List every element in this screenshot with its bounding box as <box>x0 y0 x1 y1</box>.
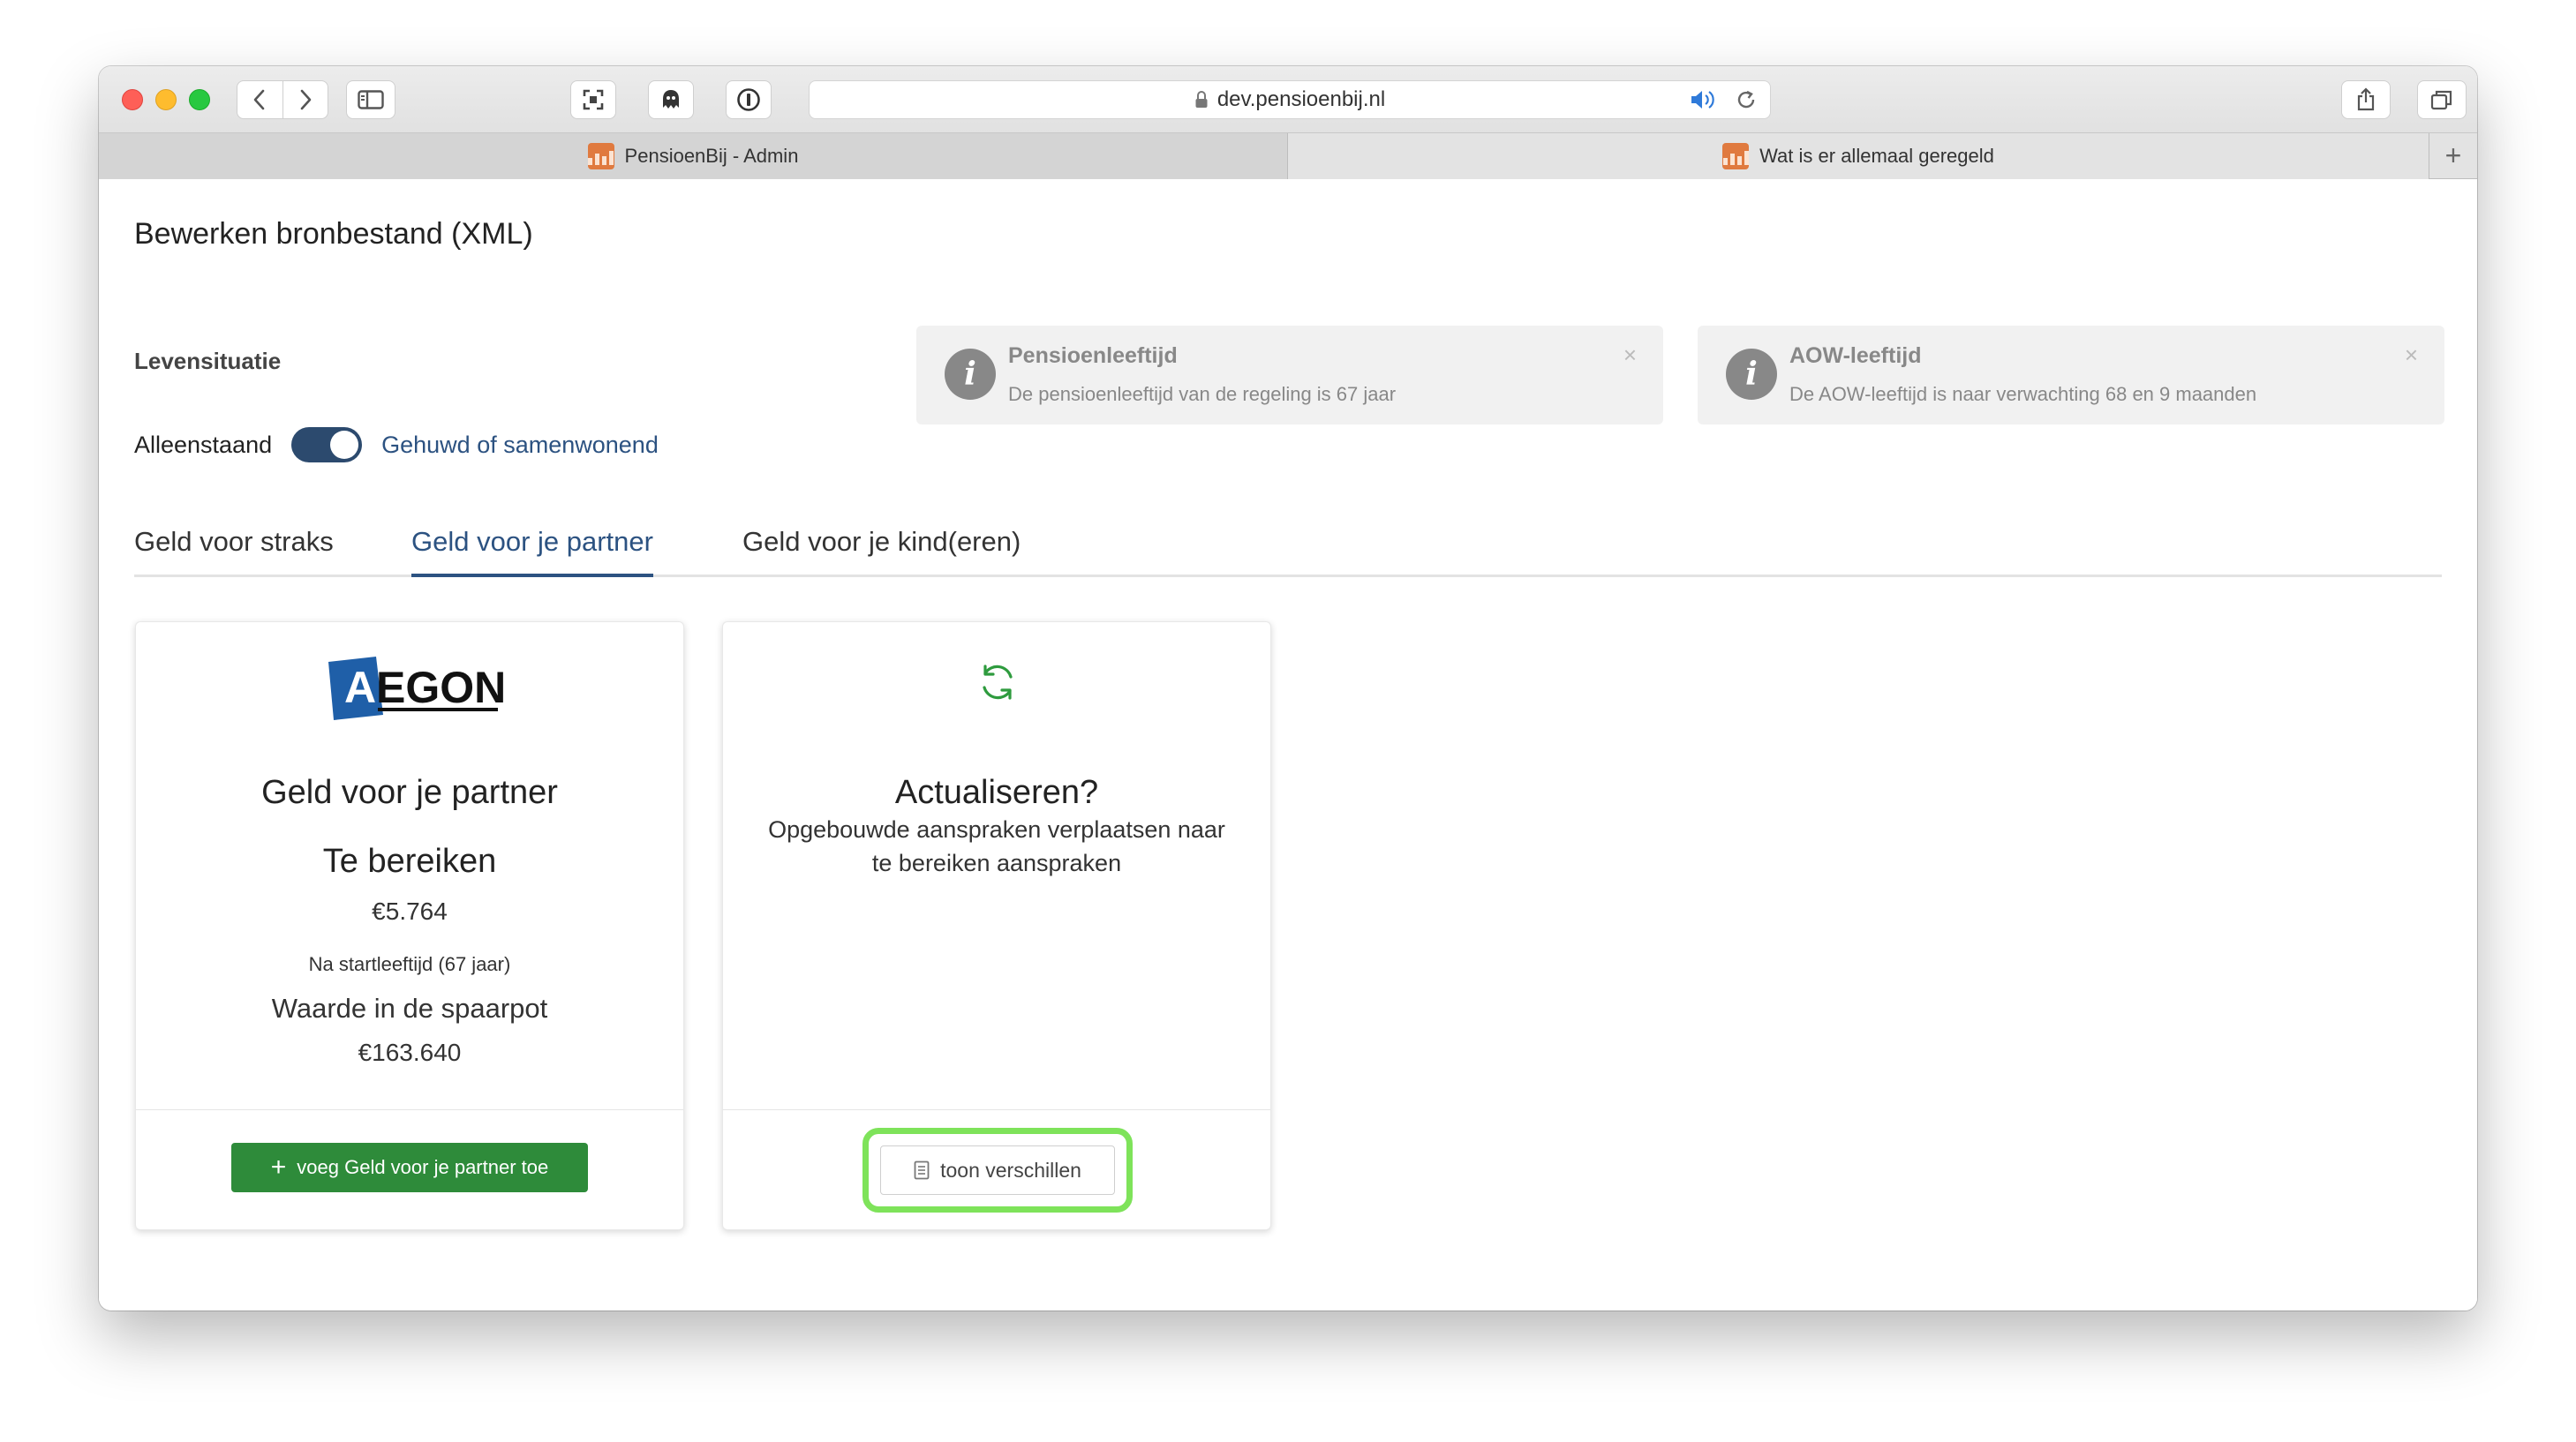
onepassword-icon <box>737 88 760 111</box>
card-heading: Geld voor je partner <box>261 774 558 811</box>
pensioenbij-favicon-icon <box>1722 143 1750 169</box>
chevron-right-icon <box>300 89 312 110</box>
speaker-icon[interactable] <box>1689 88 1719 117</box>
browser-tab-geregeld[interactable]: Wat is er allemaal geregeld <box>1288 133 2429 179</box>
card-aegon-partner: A EGON Geld voor je partner Te bereiken … <box>135 621 684 1230</box>
sidebar-icon <box>358 90 384 109</box>
lock-icon <box>1194 90 1209 109</box>
window-maximize-button[interactable] <box>189 89 210 110</box>
update-description-line2: te bereiken aanspraken <box>871 850 1122 876</box>
show-differences-button[interactable]: toon verschillen <box>880 1145 1115 1195</box>
tabs-icon <box>2430 90 2452 110</box>
fullscreen-icon <box>583 89 604 110</box>
target-label: Te bereiken <box>322 843 497 880</box>
aegon-logo: A EGON <box>328 657 506 720</box>
new-tab-button[interactable]: + <box>2429 133 2477 178</box>
update-description-line1: Opgebouwde aanspraken verplaatsen naar <box>768 816 1225 843</box>
browser-tab-admin[interactable]: PensioenBij - Admin <box>99 133 1288 179</box>
address-bar[interactable]: dev.pensioenbij.nl <box>809 80 1771 119</box>
forward-button[interactable] <box>282 81 328 118</box>
plus-icon: + <box>270 1153 287 1182</box>
card-footer: toon verschillen <box>723 1109 1270 1229</box>
back-button[interactable] <box>237 81 282 118</box>
screenshot-extension-button[interactable] <box>570 80 616 119</box>
share-icon <box>2357 87 2375 111</box>
browser-tab-label: Wat is er allemaal geregeld <box>1759 145 1994 167</box>
password-manager-button[interactable] <box>726 80 772 119</box>
switch-label-gehuwd: Gehuwd of samenwonend <box>381 431 659 458</box>
tab-geld-voor-je-kinderen[interactable]: Geld voor je kind(eren) <box>742 526 1021 577</box>
target-value: €5.764 <box>372 897 448 925</box>
levensituatie-label: Levensituatie <box>134 348 282 374</box>
share-button[interactable] <box>2341 80 2391 119</box>
start-age-note: Na startleeftijd (67 jaar) <box>308 953 511 975</box>
browser-toolbar: dev.pensioenbij.nl <box>99 66 2477 133</box>
levensituatie-switch-row: Alleenstaand Gehuwd of samenwonend <box>134 427 659 462</box>
alert-pensioenleeftijd: i Pensioenleeftijd De pensioenleeftijd v… <box>916 326 1663 424</box>
browser-tab-bar: PensioenBij - Admin Wat is er allemaal g… <box>99 133 2477 179</box>
url-text: dev.pensioenbij.nl <box>1216 87 1386 111</box>
content-tabs: Geld voor straks Geld voor je partner Ge… <box>134 526 2442 577</box>
sidebar-toggle-button[interactable] <box>346 80 395 119</box>
alert-text: De AOW-leeftijd is naar verwachting 68 e… <box>1789 383 2257 405</box>
switch-label-alleenstaand: Alleenstaand <box>134 431 273 458</box>
info-icon: i <box>945 349 996 400</box>
aegon-logo-text: EGON <box>376 663 506 712</box>
alert-text: De pensioenleeftijd van de regeling is 6… <box>1008 383 1397 405</box>
nav-buttons <box>237 80 328 119</box>
tab-overview-button[interactable] <box>2417 80 2467 119</box>
alert-title: Pensioenleeftijd <box>1008 343 1178 368</box>
refresh-icon[interactable] <box>975 659 1021 705</box>
pensioenbij-favicon-icon <box>587 143 614 169</box>
savings-label: Waarde in de spaarpot <box>271 993 548 1024</box>
card-footer: + voeg Geld voor je partner toe <box>136 1109 683 1229</box>
tab-geld-voor-straks[interactable]: Geld voor straks <box>134 526 334 577</box>
alert-title: AOW-leeftijd <box>1789 343 1922 368</box>
close-icon[interactable]: × <box>1623 342 1637 369</box>
chevron-left-icon <box>253 89 265 110</box>
window-minimize-button[interactable] <box>155 89 177 110</box>
card-actualiseren: Actualiseren? Opgebouwde aanspraken verp… <box>722 621 1271 1230</box>
savings-value: €163.640 <box>358 1039 462 1066</box>
page-content: Bewerken bronbestand (XML) Levensituatie… <box>99 180 2477 1311</box>
page-title: Bewerken bronbestand (XML) <box>134 217 533 251</box>
tab-geld-voor-je-partner[interactable]: Geld voor je partner <box>411 526 653 577</box>
document-icon <box>914 1160 930 1180</box>
reload-icon[interactable] <box>1735 88 1758 117</box>
card-heading: Actualiseren? <box>894 774 1099 811</box>
show-differences-label: toon verschillen <box>940 1158 1081 1182</box>
close-icon[interactable]: × <box>2405 342 2418 369</box>
aegon-logo-letter: A <box>344 663 376 712</box>
browser-window: dev.pensioenbij.nl PensioenBij - Admin W… <box>99 66 2477 1311</box>
add-partner-button[interactable]: + voeg Geld voor je partner toe <box>231 1143 588 1192</box>
levensituatie-toggle[interactable] <box>291 427 363 462</box>
toggle-knob <box>330 431 359 459</box>
alert-aow-leeftijd: i AOW-leeftijd De AOW-leeftijd is naar v… <box>1698 326 2444 424</box>
window-close-button[interactable] <box>122 89 143 110</box>
info-icon: i <box>1726 349 1777 400</box>
browser-tab-label: PensioenBij - Admin <box>624 145 799 167</box>
ghostery-extension-button[interactable] <box>648 80 694 119</box>
add-partner-button-label: voeg Geld voor je partner toe <box>297 1156 549 1178</box>
ghost-icon <box>663 90 679 109</box>
